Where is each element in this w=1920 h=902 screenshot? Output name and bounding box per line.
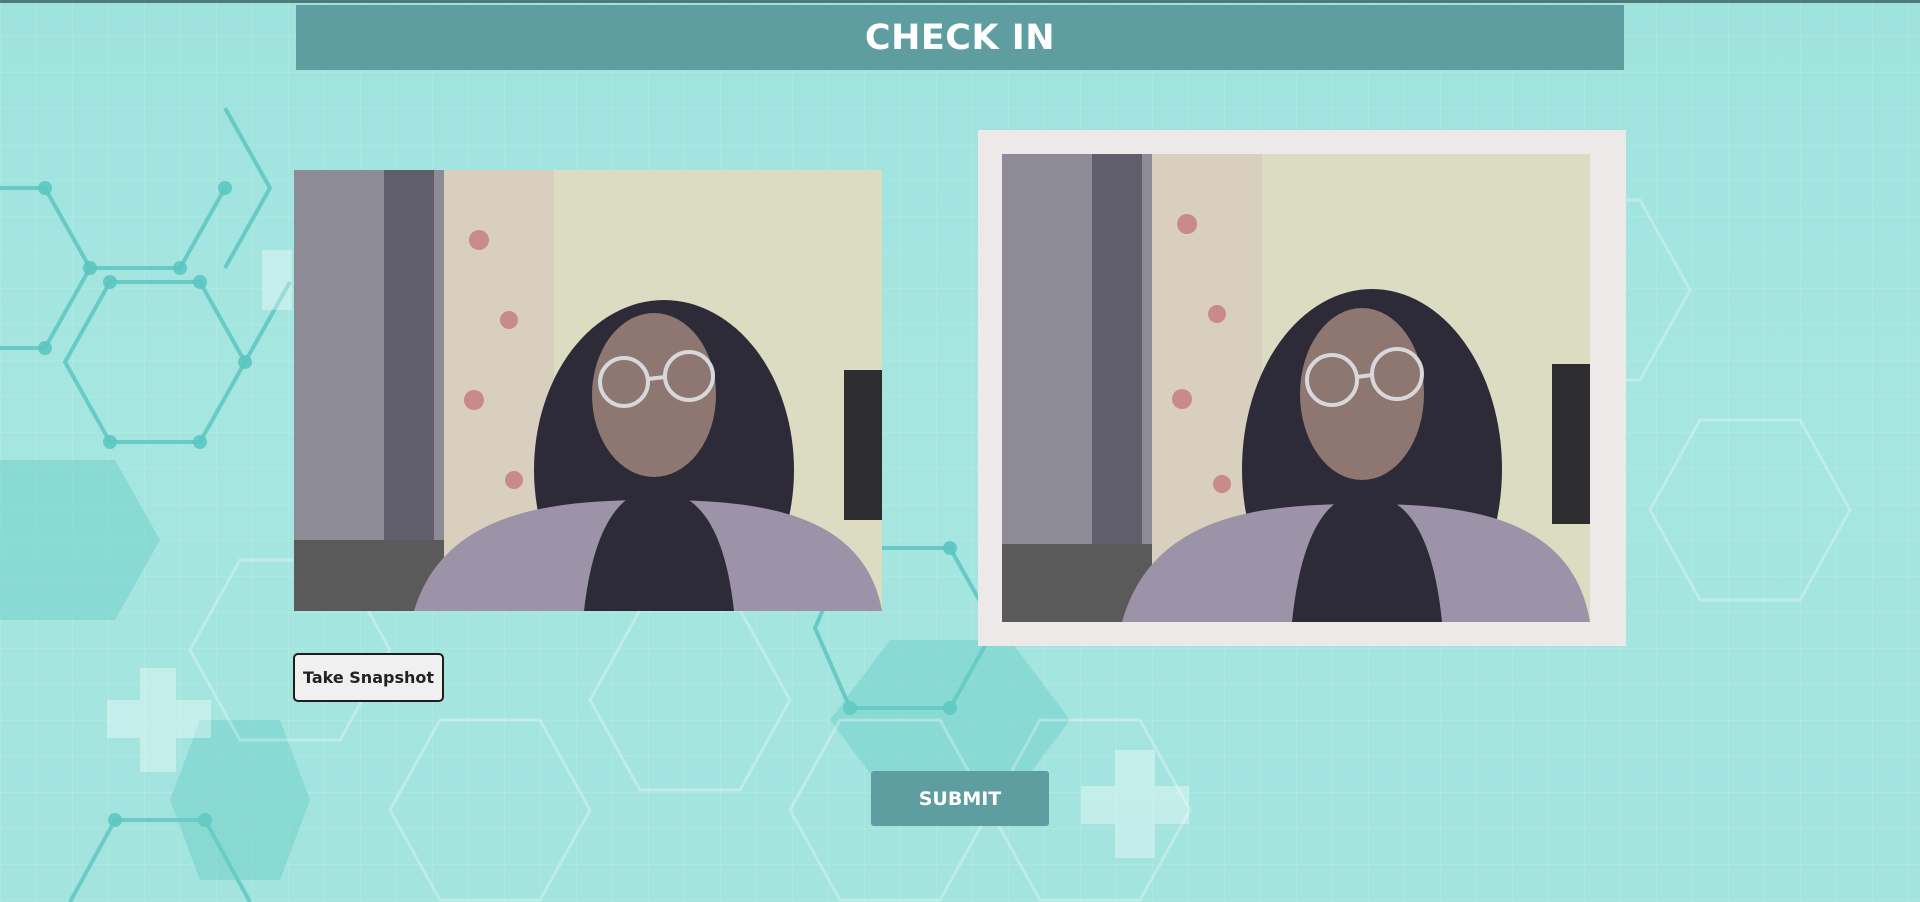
page-title: CHECK IN	[864, 17, 1056, 58]
header-bar: CHECK IN	[296, 5, 1624, 70]
top-rule	[0, 0, 1920, 3]
background-grid	[0, 0, 1920, 902]
snapshot-frame	[978, 130, 1626, 646]
background-hexagon-pattern	[0, 107, 1852, 902]
snapshot-preview	[1002, 154, 1590, 622]
webcam-feed-icon	[294, 170, 882, 611]
take-snapshot-button[interactable]: Take Snapshot	[293, 653, 444, 702]
submit-button[interactable]: SUBMIT	[871, 771, 1049, 826]
captured-photo-icon	[1002, 154, 1590, 622]
webcam-preview	[294, 170, 882, 611]
